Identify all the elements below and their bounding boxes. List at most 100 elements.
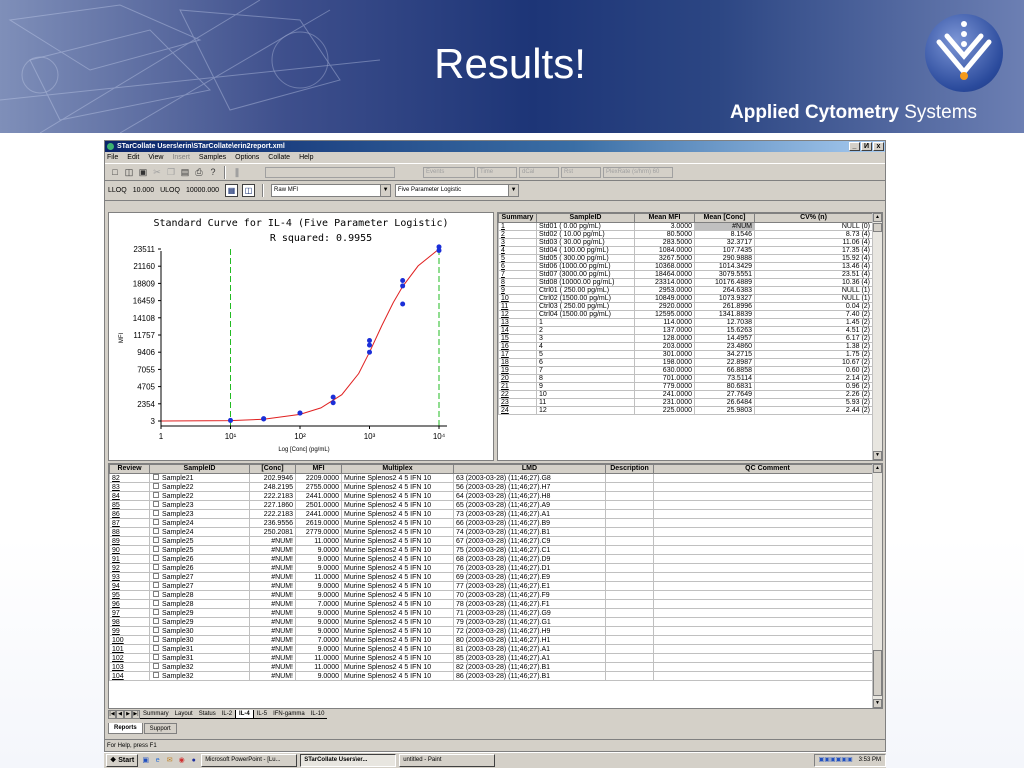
- summary-row[interactable]: 7 Std07 (3000.00 pg/mL) 18464.0000 3079.555…: [498, 270, 873, 279]
- review-checkbox[interactable]: [153, 654, 159, 660]
- review-description[interactable]: [605, 599, 654, 609]
- uloq-input[interactable]: 10000.000: [183, 184, 222, 197]
- last-sheet-icon[interactable]: ▶|: [132, 710, 140, 719]
- tab-il-5[interactable]: IL-5: [253, 710, 271, 719]
- summary-row[interactable]: 10 Ctrl02 (1500.00 pg/mL) 10849.0000 1073.9…: [498, 294, 873, 303]
- review-description[interactable]: [605, 482, 654, 492]
- table-row[interactable]: 90 Sample25 #NUM! 9.0000 Murine Splenos2 4 5…: [109, 545, 882, 555]
- review-qc-comment[interactable]: [653, 644, 882, 654]
- summary-row[interactable]: 15 3 128.0000 14.4957 6.17 (2): [498, 334, 873, 343]
- review-checkbox[interactable]: [153, 501, 159, 507]
- menu-collate[interactable]: Collate: [268, 152, 290, 163]
- review-checkbox[interactable]: [153, 645, 159, 651]
- review-description[interactable]: [605, 527, 654, 537]
- table-row[interactable]: 88 Sample24 250.2081 2779.0000 Murine Spleno…: [109, 527, 882, 537]
- summary-row[interactable]: 9 Ctrl01 ( 250.00 pg/mL) 2953.0000 264.6383…: [498, 286, 873, 295]
- summary-row[interactable]: 22 10 241.0000 27.7649 2.26 (2): [498, 390, 873, 399]
- summary-row[interactable]: 21 9 779.0000 80.6831 0.96 (2): [498, 382, 873, 391]
- tab-summary[interactable]: Summary: [140, 710, 172, 719]
- review-description[interactable]: [605, 536, 654, 546]
- review-qc-comment[interactable]: [653, 491, 882, 501]
- review-qc-comment[interactable]: [653, 554, 882, 564]
- review-qc-comment[interactable]: [653, 662, 882, 672]
- summary-row[interactable]: 2 Std02 ( 10.00 pg/mL) 80.5000 8.1546 8.73 (…: [498, 230, 873, 239]
- tab-il-10[interactable]: IL-10: [307, 710, 328, 719]
- paste-icon[interactable]: ▤: [179, 166, 191, 178]
- table-row[interactable]: 86 Sample23 222.2183 2441.0000 Murine Spleno…: [109, 509, 882, 519]
- taskbar-starcollate[interactable]: STarCollate Users\er...: [300, 754, 397, 767]
- internet-explorer-icon[interactable]: e: [153, 756, 162, 765]
- review-checkbox[interactable]: [153, 582, 159, 588]
- table-row[interactable]: 94 Sample27 #NUM! 9.0000 Murine Splenos2 4 5…: [109, 581, 882, 591]
- review-checkbox[interactable]: [153, 483, 159, 489]
- review-checkbox[interactable]: [153, 537, 159, 543]
- review-qc-comment[interactable]: [653, 527, 882, 537]
- summary-row[interactable]: 6 Std06 (1000.00 pg/mL) 10368.0000 1014.342…: [498, 262, 873, 271]
- table-row[interactable]: 97 Sample29 #NUM! 9.0000 Murine Splenos2 4 5…: [109, 608, 882, 618]
- prev-sheet-icon[interactable]: ◀: [116, 710, 124, 719]
- review-qc-comment[interactable]: [653, 572, 882, 582]
- review-description[interactable]: [605, 671, 654, 681]
- save-icon[interactable]: ▣: [137, 166, 149, 178]
- review-checkbox[interactable]: [153, 672, 159, 678]
- help-icon[interactable]: ?: [207, 166, 219, 178]
- scroll-down-icon[interactable]: ▼: [873, 699, 882, 708]
- menu-insert[interactable]: Insert: [172, 152, 190, 163]
- fit-model-select[interactable]: Five Parameter Logistic ▼: [395, 184, 520, 197]
- summary-row[interactable]: 20 8 701.0000 73.5114 2.14 (2): [498, 374, 873, 383]
- review-description[interactable]: [605, 518, 654, 528]
- review-qc-comment[interactable]: [653, 581, 882, 591]
- tab-il-4[interactable]: IL-4: [235, 710, 254, 719]
- review-qc-comment[interactable]: [653, 563, 882, 573]
- review-description[interactable]: [605, 608, 654, 618]
- menu-edit[interactable]: Edit: [127, 152, 139, 163]
- media-player-icon[interactable]: ◉: [177, 756, 186, 765]
- review-description[interactable]: [605, 662, 654, 672]
- review-checkbox[interactable]: [153, 573, 159, 579]
- review-checkbox[interactable]: [153, 636, 159, 642]
- table-row[interactable]: 84 Sample22 222.2183 2441.0000 Murine Spleno…: [109, 491, 882, 501]
- table-row[interactable]: 103 Sample32 #NUM! 11.0000 Murine Splenos2 4…: [109, 662, 882, 672]
- tab-reports[interactable]: Reports: [108, 723, 143, 734]
- summary-row[interactable]: 12 Ctrl04 (1500.00 pg/mL) 12595.0000 1341.8…: [498, 310, 873, 319]
- tab-ifn-gamma[interactable]: IFN-gamma: [270, 710, 308, 719]
- review-qc-comment[interactable]: [653, 473, 882, 483]
- review-description[interactable]: [605, 626, 654, 636]
- summary-row[interactable]: 23 11 231.0000 26.6484 5.93 (2): [498, 398, 873, 407]
- review-description[interactable]: [605, 617, 654, 627]
- summary-row[interactable]: 1 Std01 ( 0.00 pg/mL) 3.0000 #NUM NULL (0): [498, 222, 873, 231]
- summary-row[interactable]: 4 Std04 ( 100.00 pg/mL) 1084.0000 107.7435 1…: [498, 246, 873, 255]
- table-row[interactable]: 104 Sample32 #NUM! 9.0000 Murine Splenos2 4 …: [109, 671, 882, 681]
- review-qc-comment[interactable]: [653, 635, 882, 645]
- review-checkbox[interactable]: [153, 600, 159, 606]
- menu-view[interactable]: View: [148, 152, 163, 163]
- cut-icon[interactable]: ✂: [151, 166, 163, 178]
- pause-icon[interactable]: ❚: [231, 166, 243, 178]
- show-desktop-icon[interactable]: ▣: [141, 756, 150, 765]
- review-qc-comment[interactable]: [653, 500, 882, 510]
- table-row[interactable]: 101 Sample31 #NUM! 9.0000 Murine Splenos2 4 …: [109, 644, 882, 654]
- menu-help[interactable]: Help: [299, 152, 313, 163]
- table-row[interactable]: 85 Sample23 227.1860 2501.0000 Murine Spleno…: [109, 500, 882, 510]
- review-description[interactable]: [605, 491, 654, 501]
- review-checkbox[interactable]: [153, 528, 159, 534]
- lloq-input[interactable]: 10.000: [130, 184, 157, 197]
- scroll-thumb[interactable]: [873, 223, 882, 232]
- review-checkbox[interactable]: [153, 591, 159, 597]
- review-qc-comment[interactable]: [653, 599, 882, 609]
- review-qc-comment[interactable]: [653, 617, 882, 627]
- review-qc-comment[interactable]: [653, 626, 882, 636]
- scroll-up-icon[interactable]: ▲: [873, 213, 882, 222]
- table-row[interactable]: 82 Sample21 202.9946 2209.0000 Murine Spleno…: [109, 473, 882, 483]
- scroll-up-icon[interactable]: ▲: [873, 464, 882, 473]
- review-description[interactable]: [605, 644, 654, 654]
- close-button[interactable]: x: [873, 142, 884, 151]
- table-row[interactable]: 89 Sample25 #NUM! 11.0000 Murine Splenos2 4 …: [109, 536, 882, 546]
- tab-il-2[interactable]: IL-2: [218, 710, 236, 719]
- summary-row[interactable]: 14 2 137.0000 15.6263 4.51 (2): [498, 326, 873, 335]
- new-icon[interactable]: □: [109, 166, 121, 178]
- review-checkbox[interactable]: [153, 546, 159, 552]
- review-qc-comment[interactable]: [653, 482, 882, 492]
- table-row[interactable]: 100 Sample30 #NUM! 7.0000 Murine Splenos2 4 …: [109, 635, 882, 645]
- review-checkbox[interactable]: [153, 627, 159, 633]
